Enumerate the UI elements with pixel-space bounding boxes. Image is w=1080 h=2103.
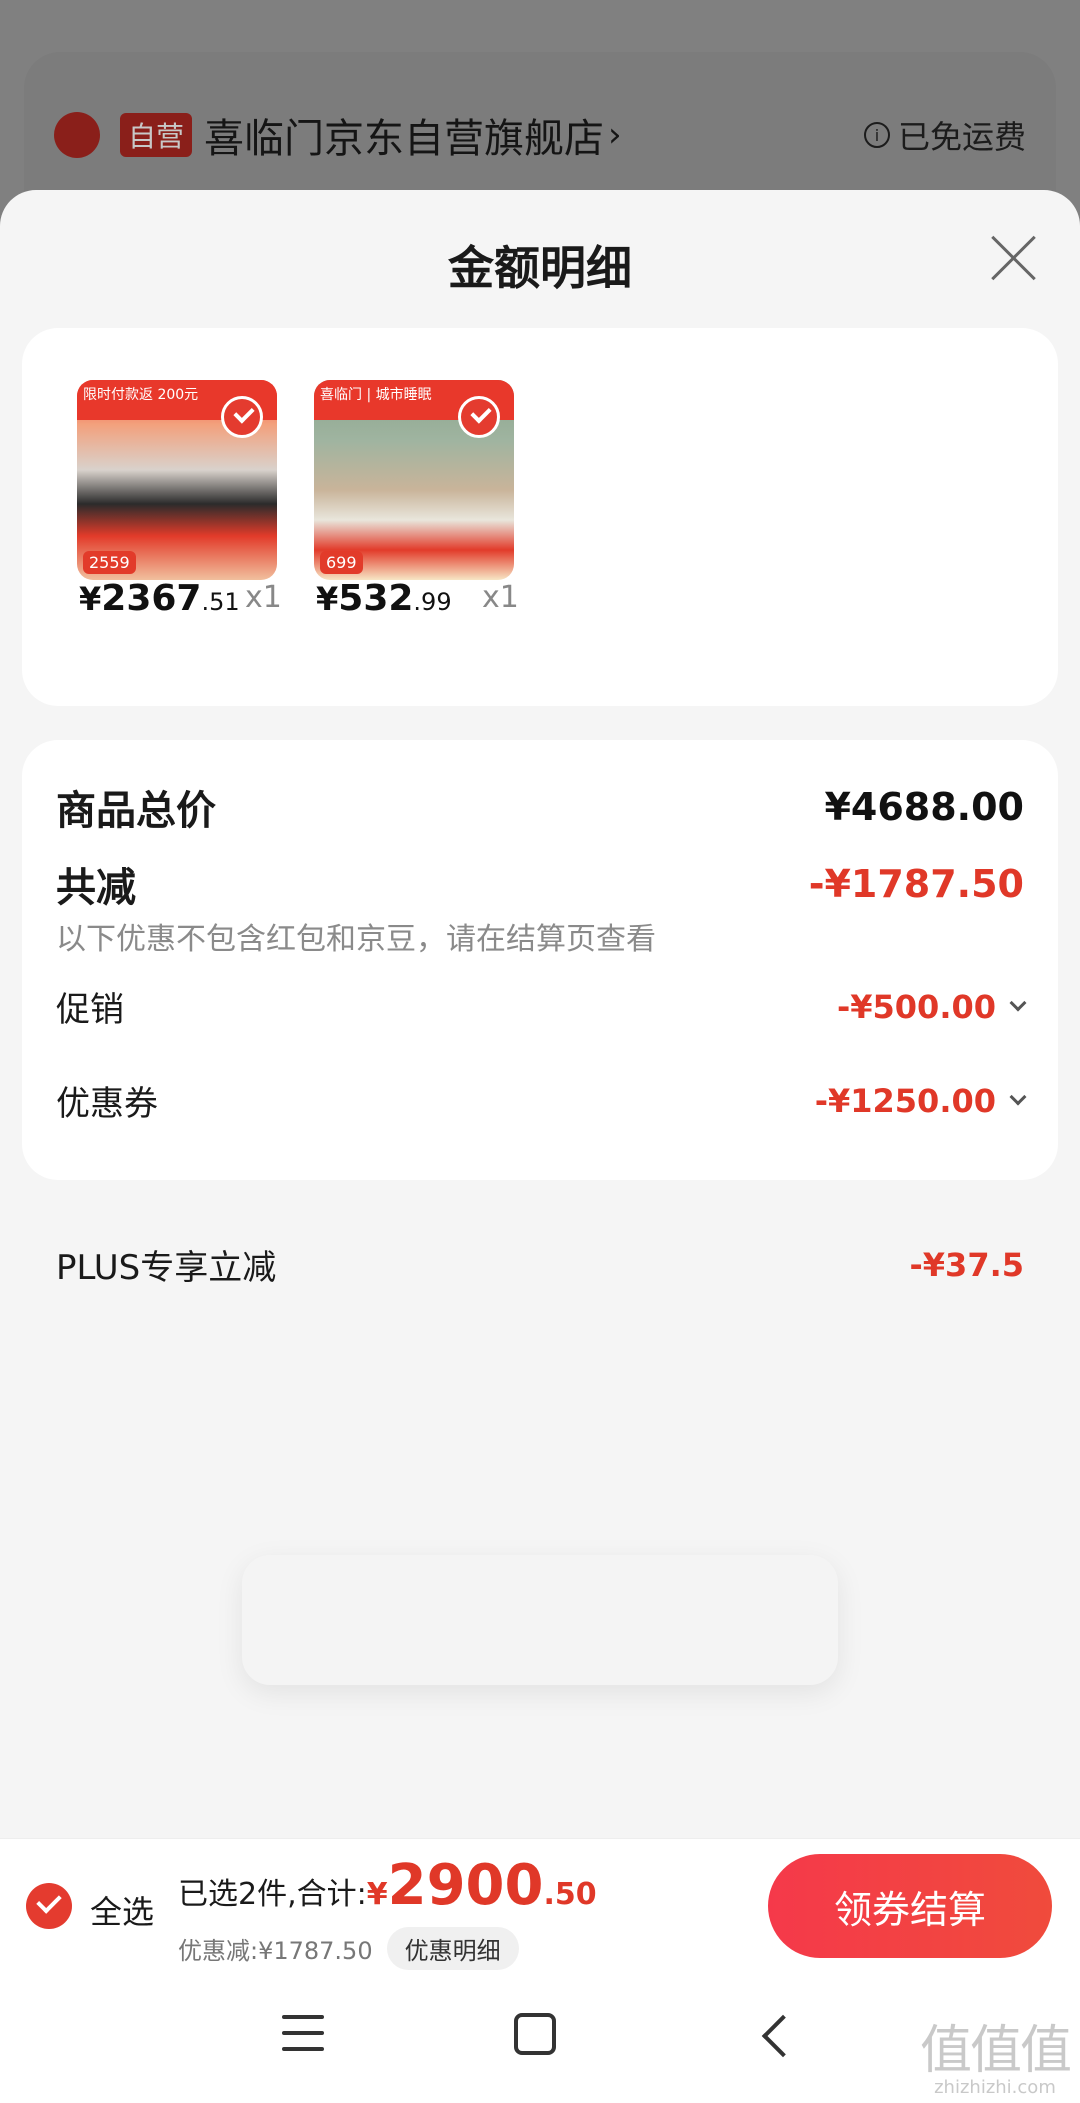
- product-image[interactable]: 喜临门 | 城市睡眠 699: [314, 380, 514, 580]
- recent-apps-icon[interactable]: [282, 2015, 324, 2055]
- info-icon: i: [863, 122, 890, 148]
- empty-toast: [242, 1555, 838, 1685]
- coupon-label: 优惠券: [56, 1084, 158, 1124]
- discount-text: 优惠减:¥1787.50: [178, 1937, 373, 1965]
- self-operated-badge: 自营: [120, 113, 193, 157]
- plus-label: PLUS专享立减: [56, 1248, 277, 1288]
- close-icon[interactable]: [988, 232, 1038, 282]
- coupon-row[interactable]: 优惠券 -¥1250.00: [56, 1076, 1027, 1125]
- coupon-value-group: -¥1250.00: [814, 1081, 1027, 1120]
- price-decimal: .51: [201, 588, 240, 616]
- checkout-bar: 全选 已选2件,合计: ¥ 2900 .50 优惠减:¥1787.50 优惠明细…: [0, 1838, 1080, 1973]
- watermark-logo: 值值值: [919, 2021, 1072, 2081]
- plus-value: -¥37.5: [909, 1245, 1025, 1284]
- home-icon[interactable]: [514, 2013, 556, 2055]
- discount-line: 优惠减:¥1787.50 优惠明细: [178, 1927, 519, 1970]
- store-name: 喜临门京东自营旗舰店: [204, 116, 605, 162]
- reduce-label: 共减: [56, 865, 136, 911]
- reduce-row: 共减 -¥1787.50: [56, 855, 1024, 913]
- shipping-text: 已免运费: [897, 118, 1026, 156]
- price-symbol: ¥: [79, 580, 102, 618]
- store-check-icon: [54, 112, 100, 158]
- product-price: ¥2367.51: [79, 578, 240, 619]
- select-all-label[interactable]: 全选: [90, 1887, 154, 1933]
- checkout-button[interactable]: 领券结算: [768, 1854, 1052, 1958]
- background-store-row: 自营 喜临门京东自营旗舰店 › i 已免运费: [30, 90, 1050, 180]
- chevron-down-icon[interactable]: [1009, 1088, 1027, 1105]
- watermark: 值值值 zhizhizhi.com: [919, 2008, 1072, 2098]
- plus-row: PLUS专享立减 -¥37.5: [56, 1240, 1024, 1289]
- total-row: 商品总价 ¥4688.00: [56, 778, 1024, 836]
- promo-value-group: -¥500.00: [836, 987, 1027, 1026]
- product-image[interactable]: 限时付款返 200元 2559: [77, 380, 277, 580]
- promo-value: -¥500.00: [836, 987, 996, 1026]
- total-decimal: .50: [543, 1877, 597, 1912]
- price-decimal: .99: [413, 588, 452, 616]
- price-summary-card: 商品总价 ¥4688.00 共减 -¥1787.50 以下优惠不包含红包和京豆，…: [22, 740, 1058, 1180]
- product-quantity: x1: [245, 580, 282, 615]
- shipping-status: i 已免运费: [863, 112, 1026, 158]
- promo-row[interactable]: 促销 -¥500.00: [56, 982, 1027, 1031]
- discount-note: 以下优惠不包含红包和京豆，请在结算页查看: [56, 922, 656, 957]
- price-integer: 2367: [101, 578, 202, 619]
- product-image-price-tag: 699: [320, 551, 363, 574]
- total-label: 商品总价: [56, 788, 216, 834]
- total-line: 已选2件,合计: ¥ 2900 .50: [178, 1853, 597, 1918]
- chevron-right-icon: ›: [608, 115, 622, 155]
- watermark-url: zhizhizhi.com: [934, 2077, 1056, 2098]
- product-selected-check-icon[interactable]: [221, 396, 263, 438]
- system-nav-bar: [0, 1973, 1080, 2103]
- select-all-check-icon[interactable]: [26, 1883, 72, 1929]
- total-integer: 2900: [387, 1853, 544, 1918]
- product-image-price-tag: 2559: [83, 551, 136, 574]
- sheet-title: 金额明细: [448, 241, 632, 295]
- total-value: ¥4688.00: [824, 785, 1024, 829]
- product-quantity: x1: [482, 580, 519, 615]
- chevron-down-icon[interactable]: [1009, 994, 1027, 1011]
- reduce-value: -¥1787.50: [808, 862, 1024, 906]
- selected-count-label: 已选2件,合计:: [178, 1877, 367, 1912]
- products-card: 限时付款返 200元 2559 ¥2367.51 x1 喜临门 | 城市睡眠 6…: [22, 328, 1058, 706]
- product-selected-check-icon[interactable]: [458, 396, 500, 438]
- product-price: ¥532.99: [316, 578, 452, 619]
- back-icon[interactable]: [761, 2014, 805, 2058]
- price-integer: 532: [338, 578, 414, 619]
- coupon-value: -¥1250.00: [814, 1081, 996, 1120]
- promo-label: 促销: [56, 990, 124, 1030]
- price-symbol: ¥: [316, 580, 339, 618]
- discount-detail-button[interactable]: 优惠明细: [386, 1927, 519, 1970]
- total-symbol: ¥: [366, 1877, 388, 1912]
